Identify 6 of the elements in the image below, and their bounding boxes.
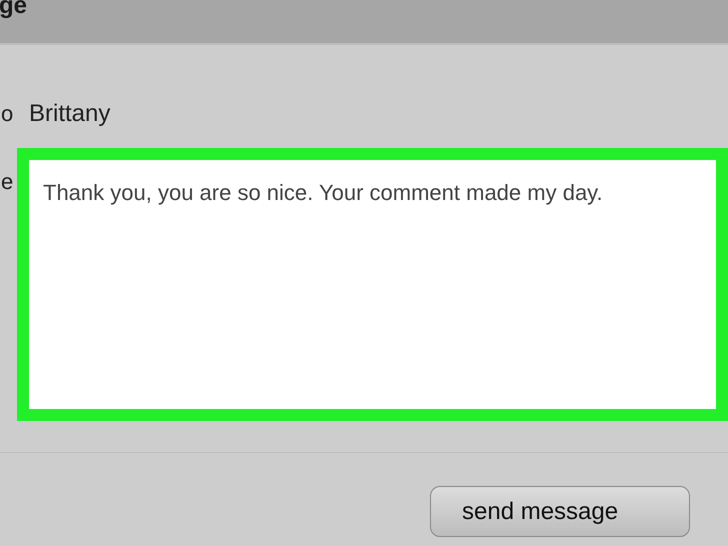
send-button[interactable]: send message — [430, 486, 690, 537]
message-field[interactable]: Thank you, you are so nice. Your comment made my day. — [17, 148, 728, 421]
recipient-name: Brittany — [29, 100, 110, 128]
field-label: o — [1, 100, 14, 128]
field-label: e — [1, 168, 14, 196]
window-title: ge — [0, 0, 28, 20]
